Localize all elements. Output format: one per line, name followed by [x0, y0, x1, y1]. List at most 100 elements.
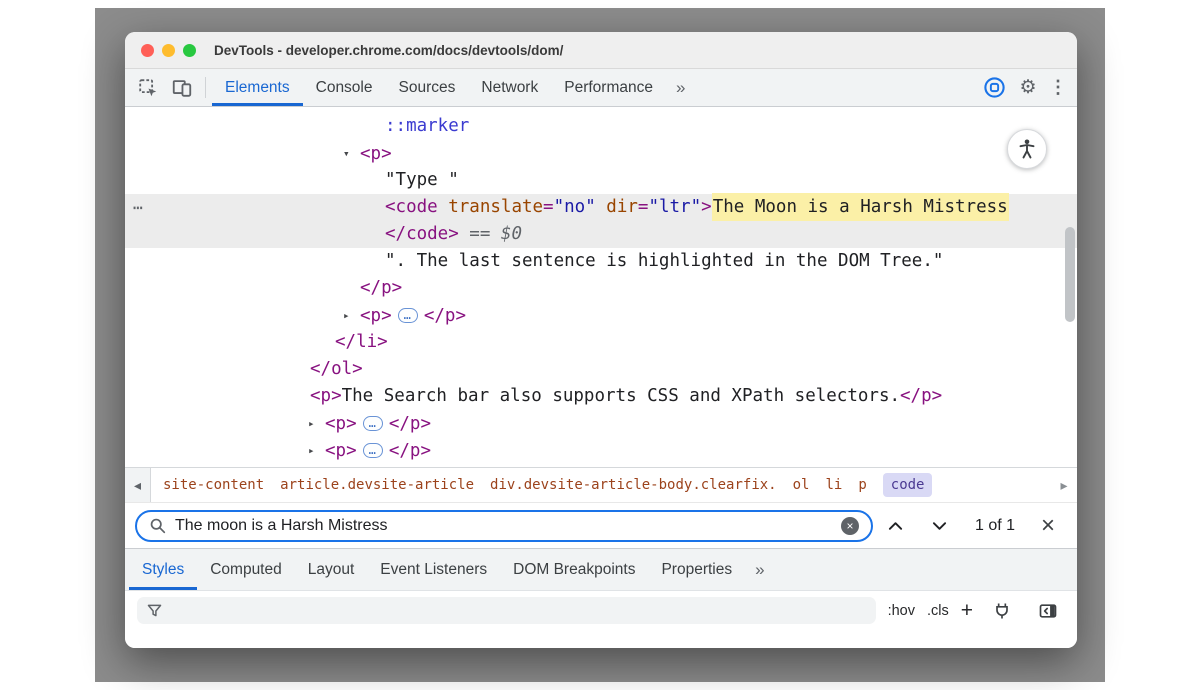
tab-styles[interactable]: Styles — [129, 549, 197, 590]
dom-tree-line[interactable]: ". The last sentence is highlighted in t… — [125, 248, 1077, 275]
dom-token-tag: </p> — [424, 306, 466, 326]
tab-properties[interactable]: Properties — [648, 549, 745, 590]
search-result-count: 1 of 1 — [963, 517, 1027, 535]
dom-token-text: The Search bar also supports CSS and XPa… — [342, 386, 900, 406]
chevron-up-icon — [888, 521, 903, 531]
breadcrumb-item-article-devsite-article[interactable]: article.devsite-article — [280, 477, 474, 493]
elements-tree-panel: ::marker▾<p>"Type "⋯<code translate="no"… — [125, 107, 1077, 467]
tab-performance[interactable]: Performance — [551, 69, 666, 106]
expand-inline-button[interactable]: … — [398, 308, 418, 323]
dom-tree-line[interactable]: </ol> — [125, 356, 1077, 383]
plug-icon — [992, 601, 1012, 621]
close-window-button[interactable] — [141, 44, 154, 57]
breadcrumb: site-content article.devsite-article div.d… — [151, 468, 1051, 502]
expand-inline-button[interactable]: … — [363, 443, 383, 458]
dom-tree-line[interactable]: "Type " — [125, 167, 1077, 194]
window-title: DevTools - developer.chrome.com/docs/dev… — [214, 43, 563, 58]
expand-arrow-icon[interactable]: ▸ — [308, 437, 325, 464]
accessibility-fab-button[interactable] — [1007, 129, 1047, 169]
cast-button[interactable] — [977, 69, 1011, 106]
desktop-background: DevTools - developer.chrome.com/docs/dev… — [95, 8, 1105, 682]
search-previous-button[interactable] — [875, 510, 917, 542]
dom-token-tag: = — [638, 197, 649, 217]
dom-token-tag: </p> — [360, 278, 402, 298]
search-input[interactable] — [175, 517, 832, 535]
inspect-cursor-icon — [137, 77, 159, 99]
scrollbar-thumb[interactable] — [1065, 227, 1075, 322]
breadcrumb-item-ol[interactable]: ol — [793, 477, 810, 493]
breadcrumb-scroll-right-button[interactable]: ▸ — [1051, 468, 1077, 502]
tab-event-listeners[interactable]: Event Listeners — [367, 549, 500, 590]
line-options-icon[interactable]: ⋯ — [133, 194, 144, 221]
dom-tree-line[interactable]: <p>The Search bar also supports CSS and … — [125, 383, 1077, 410]
sidebar-tabbar: StylesComputedLayoutEvent ListenersDOM B… — [125, 548, 1077, 590]
dom-token-attr: translate — [438, 197, 543, 217]
dom-tree-line[interactable]: </li> — [125, 329, 1077, 356]
toggle-element-state-button[interactable]: :hov — [888, 603, 915, 619]
expand-inline-button[interactable]: … — [363, 416, 383, 431]
dom-tree-line[interactable]: ⋯<code translate="no" dir="ltr">The Moon… — [125, 194, 1077, 221]
minimize-window-button[interactable] — [162, 44, 175, 57]
new-style-rule-button[interactable]: + — [961, 600, 973, 621]
more-panels-button[interactable]: » — [666, 69, 695, 106]
close-search-button[interactable]: × — [1029, 514, 1067, 538]
tab-layout[interactable]: Layout — [295, 549, 368, 590]
collapse-arrow-icon[interactable]: ▾ — [343, 140, 360, 167]
dom-token-tag: > — [701, 197, 712, 217]
sidebar-tabs: StylesComputedLayoutEvent ListenersDOM B… — [129, 549, 745, 590]
dom-token-tag: </li> — [335, 332, 388, 352]
dom-token-tag: </code> — [385, 224, 459, 244]
accessibility-person-icon — [1015, 137, 1039, 161]
breadcrumb-scroll-left-button[interactable]: ◂ — [125, 468, 151, 502]
clear-search-button[interactable]: × — [841, 517, 859, 535]
maximize-window-button[interactable] — [183, 44, 196, 57]
inspect-element-button[interactable] — [131, 69, 165, 106]
main-panel-tabs: ElementsConsoleSourcesNetworkPerformance — [212, 69, 666, 106]
breadcrumb-item-code[interactable]: code — [883, 473, 933, 497]
dom-token-tag: </p> — [389, 441, 431, 461]
dom-tree-line[interactable]: ▸<p>…</p> — [125, 410, 1077, 437]
element-classes-button[interactable]: .cls — [927, 603, 949, 619]
dom-token-tag: </p> — [900, 386, 942, 406]
cast-icon — [983, 76, 1006, 99]
dom-token-tag: <p> — [360, 306, 392, 326]
toggle-device-toolbar-button[interactable] — [165, 69, 199, 106]
tab-dom-breakpoints[interactable]: DOM Breakpoints — [500, 549, 648, 590]
breadcrumb-bar: ◂ site-content article.devsite-article div… — [125, 467, 1077, 502]
tab-console[interactable]: Console — [303, 69, 386, 106]
breadcrumb-item-div-devsite-article-body-clearfix[interactable]: div.devsite-article-body.clearfix. — [490, 477, 777, 493]
window-bottom-padding — [125, 630, 1077, 648]
rendering-emulation-button[interactable] — [985, 601, 1019, 621]
more-sidebar-tabs-button[interactable]: » — [745, 549, 774, 590]
filter-funnel-icon — [147, 604, 162, 617]
dom-token-meta: == — [459, 224, 501, 244]
search-next-button[interactable] — [919, 510, 961, 542]
settings-icon[interactable]: ⚙ — [1011, 69, 1045, 106]
expand-arrow-icon[interactable]: ▸ — [308, 410, 325, 437]
expand-arrow-icon[interactable]: ▸ — [343, 302, 360, 329]
search-icon — [149, 517, 166, 534]
dom-tree-line[interactable]: </p> — [125, 275, 1077, 302]
dom-tree-line[interactable]: ▸<p> … </p> — [125, 302, 1077, 329]
dom-tree-line[interactable]: ▾<p> — [125, 140, 1077, 167]
breadcrumb-item-site-content[interactable]: site-content — [163, 477, 264, 493]
toolbar-spacer — [695, 69, 977, 106]
dom-token-value: "no" — [554, 197, 596, 217]
breadcrumb-item-li[interactable]: li — [825, 477, 842, 493]
dom-tree-line[interactable]: ::marker — [125, 113, 1077, 140]
styles-filter-input[interactable] — [170, 603, 866, 619]
sidebar-toggle-icon — [1038, 601, 1058, 621]
tab-network[interactable]: Network — [468, 69, 551, 106]
menu-icon[interactable]: ⋮ — [1045, 69, 1071, 106]
dom-tree-line[interactable]: </code> == $0 — [125, 221, 1077, 248]
dom-token-text: "Type " — [385, 170, 459, 190]
tab-elements[interactable]: Elements — [212, 69, 303, 106]
dom-token-match: The Moon is a Harsh Mistress — [712, 193, 1009, 221]
elements-scrollbar[interactable] — [1065, 115, 1075, 459]
dom-tree-line[interactable]: ▸<p> … </p> — [125, 437, 1077, 464]
tab-computed[interactable]: Computed — [197, 549, 295, 590]
breadcrumb-item-p[interactable]: p — [858, 477, 866, 493]
tab-sources[interactable]: Sources — [386, 69, 469, 106]
dom-token-tag: <p> — [325, 441, 357, 461]
toggle-sidebar-button[interactable] — [1031, 601, 1065, 621]
